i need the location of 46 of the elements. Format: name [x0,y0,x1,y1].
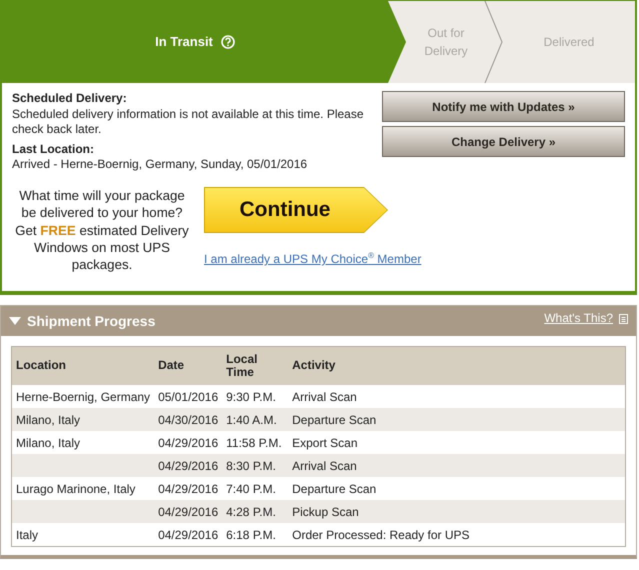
last-location-heading: Last Location: [12,142,96,158]
collapse-triangle-icon[interactable] [9,316,21,326]
section-title: Shipment Progress [27,313,156,330]
table-cell: Pickup Scan [292,504,359,519]
table-cell: 4:28 P.M. [226,504,276,519]
table-cell: Italy [16,528,38,542]
table-cell: 6:18 P.M. [226,528,276,542]
table-cell: Order Processed: Ready for UPS [292,528,470,542]
table-cell: 1:40 A.M. [226,412,277,427]
table-cell: 04/29/2016 [158,436,218,450]
table-cell: 05/01/2016 [158,390,218,404]
table-cell: 8:30 P.M. [226,458,276,473]
table-cell: Milano, Italy [16,412,80,427]
column-header: Location [12,346,154,386]
table-cell: Milano, Italy [16,436,80,450]
table-cell: 04/29/2016 [158,504,218,519]
table-cell: 11:58 P.M. [226,436,282,450]
table-cell: 04/29/2016 [158,458,218,473]
help-icon[interactable] [220,35,235,49]
scheduled-text: Scheduled delivery information is not available at this time. Please check back later. [12,106,365,138]
scheduled-heading: Scheduled Delivery: [12,91,128,107]
column-header: Activity [288,346,626,386]
table-cell: 04/29/2016 [158,528,218,542]
table-cell: 7:40 P.M. [226,482,276,496]
document-icon [619,314,628,324]
action-button[interactable]: Notify me with Updates » [382,91,625,122]
table-cell: Arrival Scan [292,458,357,473]
table-cell: Arrival Scan [292,390,357,404]
table-cell: 9:30 P.M. [226,390,276,404]
table-cell: Lurago Marinone, Italy [16,482,136,496]
step-label: Out for Delivery [423,25,469,60]
table-cell: Departure Scan [292,482,376,496]
last-location-text: Arrived - Herne-Boernig, Germany, Sunday, 05/01/2016 [12,157,308,173]
step-label: Delivered [544,34,594,51]
promo-text: What time will your package be delivered to your home? Get FREE estimated Delivery Windows on most UPS packages. [14,186,190,274]
table-cell: Export Scan [292,436,358,450]
table-cell: Departure Scan [292,412,376,427]
my-choice-link[interactable]: I am already a UPS My Choice$^{®}$ Member [204,250,422,266]
action-button[interactable]: Change Delivery » [382,126,625,157]
continue-button[interactable]: Continue [204,186,388,233]
column-header: Date [154,346,222,386]
table-cell: Herne-Boernig, Germany [16,390,150,404]
column-header: Local Time [222,346,288,386]
table-cell: 04/30/2016 [158,412,218,427]
table-cell: 04/29/2016 [158,482,218,496]
step-label: In Transit [155,33,213,52]
